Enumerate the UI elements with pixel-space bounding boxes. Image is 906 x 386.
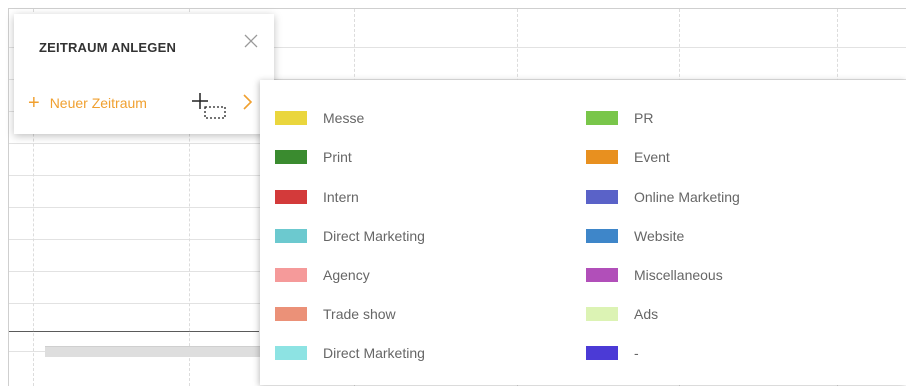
color-swatch (586, 150, 618, 164)
category-label: Website (634, 228, 685, 244)
create-period-popup: ZEITRAUM ANLEGEN + Neuer Zeitraum (14, 14, 274, 134)
color-swatch (275, 346, 307, 360)
category-label: Direct Marketing (323, 228, 425, 244)
chevron-right-icon[interactable] (240, 92, 254, 112)
color-swatch (275, 111, 307, 125)
category-item-trade-show[interactable]: Trade show (275, 304, 396, 324)
category-label: Agency (323, 267, 370, 283)
new-period-label: Neuer Zeitraum (49, 95, 147, 111)
grid-divider (9, 331, 259, 332)
category-item-direct-marketing[interactable]: Direct Marketing (275, 226, 425, 246)
color-swatch (586, 307, 618, 321)
category-item-website[interactable]: Website (586, 226, 684, 246)
category-item-online-marketing[interactable]: Online Marketing (586, 187, 740, 207)
category-item-event[interactable]: Event (586, 147, 670, 167)
category-label: Miscellaneous (634, 267, 723, 283)
category-label: Messe (323, 110, 365, 126)
color-swatch (586, 346, 618, 360)
color-swatch (275, 229, 307, 243)
color-swatch (586, 268, 618, 282)
category-label: Direct Marketing (323, 345, 425, 361)
color-swatch (275, 190, 307, 204)
category-menu: Messe Print Intern Direct Marketing Agen… (260, 80, 906, 385)
crosshair-cursor-icon (192, 92, 228, 122)
category-label: Print (323, 149, 352, 165)
category-label: Intern (323, 189, 359, 205)
category-item-print[interactable]: Print (275, 147, 352, 167)
color-swatch (275, 268, 307, 282)
popup-title: ZEITRAUM ANLEGEN (39, 40, 177, 55)
close-icon[interactable] (242, 32, 260, 50)
new-period-button[interactable]: + Neuer Zeitraum (28, 92, 147, 114)
color-swatch (586, 229, 618, 243)
category-label: PR (634, 110, 654, 126)
plus-icon: + (28, 92, 40, 114)
category-label: Trade show (323, 306, 396, 322)
category-label: Event (634, 149, 670, 165)
category-item-ads[interactable]: Ads (586, 304, 658, 324)
category-item-messe[interactable]: Messe (275, 108, 364, 128)
category-item-agency[interactable]: Agency (275, 265, 370, 285)
color-swatch (586, 111, 618, 125)
timeline-bar (45, 346, 260, 357)
category-item-pr[interactable]: PR (586, 108, 653, 128)
category-label: Ads (634, 306, 659, 322)
color-swatch (275, 307, 307, 321)
category-item-miscellaneous[interactable]: Miscellaneous (586, 265, 723, 285)
category-label: - (634, 345, 639, 361)
color-swatch (275, 150, 307, 164)
category-item-intern[interactable]: Intern (275, 187, 359, 207)
color-swatch (586, 190, 618, 204)
category-item-direct-marketing-2[interactable]: Direct Marketing (275, 343, 425, 363)
category-label: Online Marketing (634, 189, 740, 205)
category-item-dash[interactable]: - (586, 343, 639, 363)
